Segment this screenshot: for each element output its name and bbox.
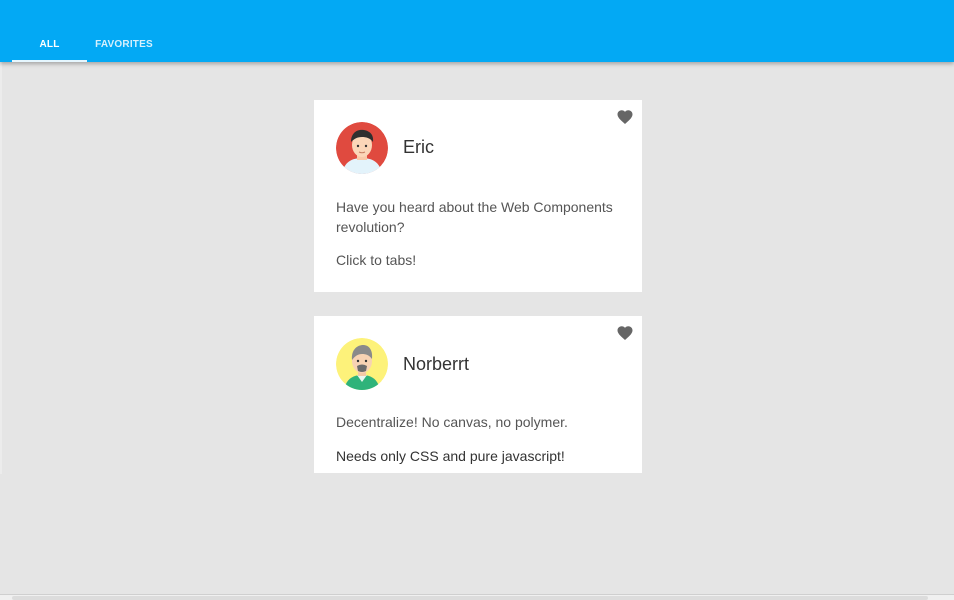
heart-icon[interactable] xyxy=(616,324,634,342)
app-toolbar: ALL FAVORITES xyxy=(0,0,954,62)
post-author-name: Eric xyxy=(403,137,434,157)
scrollbar-thumb[interactable] xyxy=(12,596,928,600)
post-paragraph: Have you heard about the Web Components … xyxy=(336,199,613,235)
selected-tab-indicator xyxy=(12,60,87,62)
avatar-eric-icon xyxy=(336,122,388,174)
tab-all[interactable]: ALL xyxy=(12,28,87,62)
horizontal-scrollbar[interactable] xyxy=(0,594,954,600)
post-author-name: Norberrt xyxy=(403,354,470,374)
heart-icon[interactable] xyxy=(616,108,634,126)
tab-favorites[interactable]: FAVORITES xyxy=(87,28,161,62)
tab-all-label: ALL xyxy=(39,39,60,50)
tab-favorites-label: FAVORITES xyxy=(95,39,153,50)
post-paragraph: Needs only CSS and pure javascript! xyxy=(336,448,565,464)
post-card: Norberrt Decentralize! No canvas, no pol… xyxy=(314,316,642,473)
avatar-norberrt-icon xyxy=(336,338,388,390)
content-edge xyxy=(0,62,2,474)
post-paragraph: Click to tabs! xyxy=(336,252,417,268)
post-card: Eric Have you heard about the Web Compon… xyxy=(314,100,642,292)
post-paragraph: Decentralize! No canvas, no polymer. xyxy=(336,414,568,430)
